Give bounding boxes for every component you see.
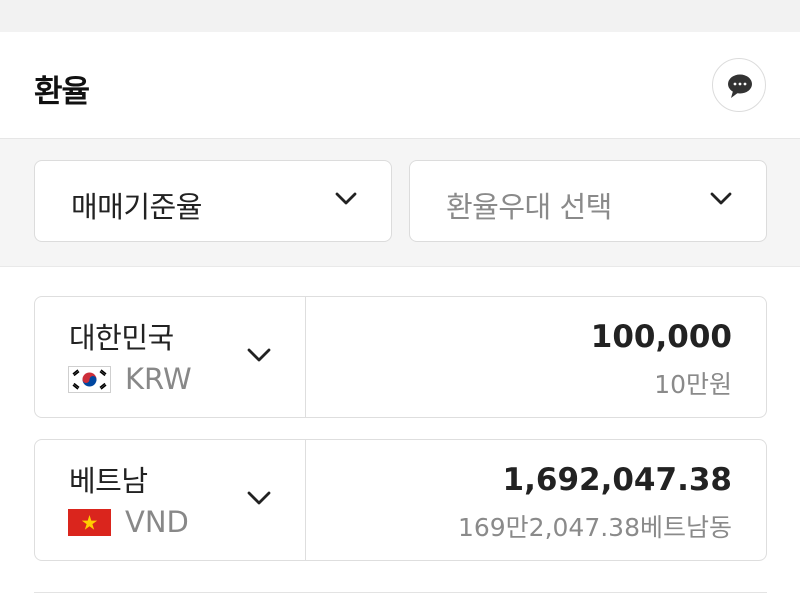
divider: [34, 592, 767, 593]
rate-type-select[interactable]: 매매기준율: [34, 160, 392, 242]
korea-flag-icon: [68, 366, 111, 393]
top-strip: [0, 0, 800, 32]
header: 환율: [0, 32, 800, 139]
rate-type-value: 매매기준율: [71, 190, 202, 224]
chevron-down-icon: [710, 192, 732, 205]
currency-row-krw: 대한민국 KRW 100,000 10만원: [34, 296, 767, 418]
currency-country: 베트남: [69, 464, 148, 498]
chat-bubble-icon: [728, 74, 752, 98]
page-title: 환율: [34, 74, 90, 110]
currency-select-vnd[interactable]: 베트남 VND: [35, 440, 306, 560]
amount-text: 169만2,047.38베트남동: [457, 513, 732, 542]
chat-button[interactable]: [712, 58, 766, 112]
chevron-down-icon: [247, 348, 271, 362]
currency-select-krw[interactable]: 대한민국 KRW: [35, 297, 306, 417]
currency-code: VND: [125, 505, 189, 539]
currency-country: 대한민국: [69, 321, 174, 355]
amount-input-vnd[interactable]: 1,692,047.38: [503, 462, 732, 498]
discount-select[interactable]: 환율우대 선택: [409, 160, 767, 242]
amount-text: 10만원: [654, 370, 732, 399]
vietnam-flag-icon: [68, 509, 111, 536]
currency-code: KRW: [125, 362, 192, 396]
filter-bar: 매매기준율 환율우대 선택: [0, 139, 800, 267]
discount-placeholder: 환율우대 선택: [446, 190, 612, 224]
chevron-down-icon: [247, 491, 271, 505]
currency-row-vnd: 베트남 VND 1,692,047.38 169만2,047.38베트남동: [34, 439, 767, 561]
amount-input-krw[interactable]: 100,000: [591, 319, 732, 355]
chevron-down-icon: [335, 192, 357, 205]
